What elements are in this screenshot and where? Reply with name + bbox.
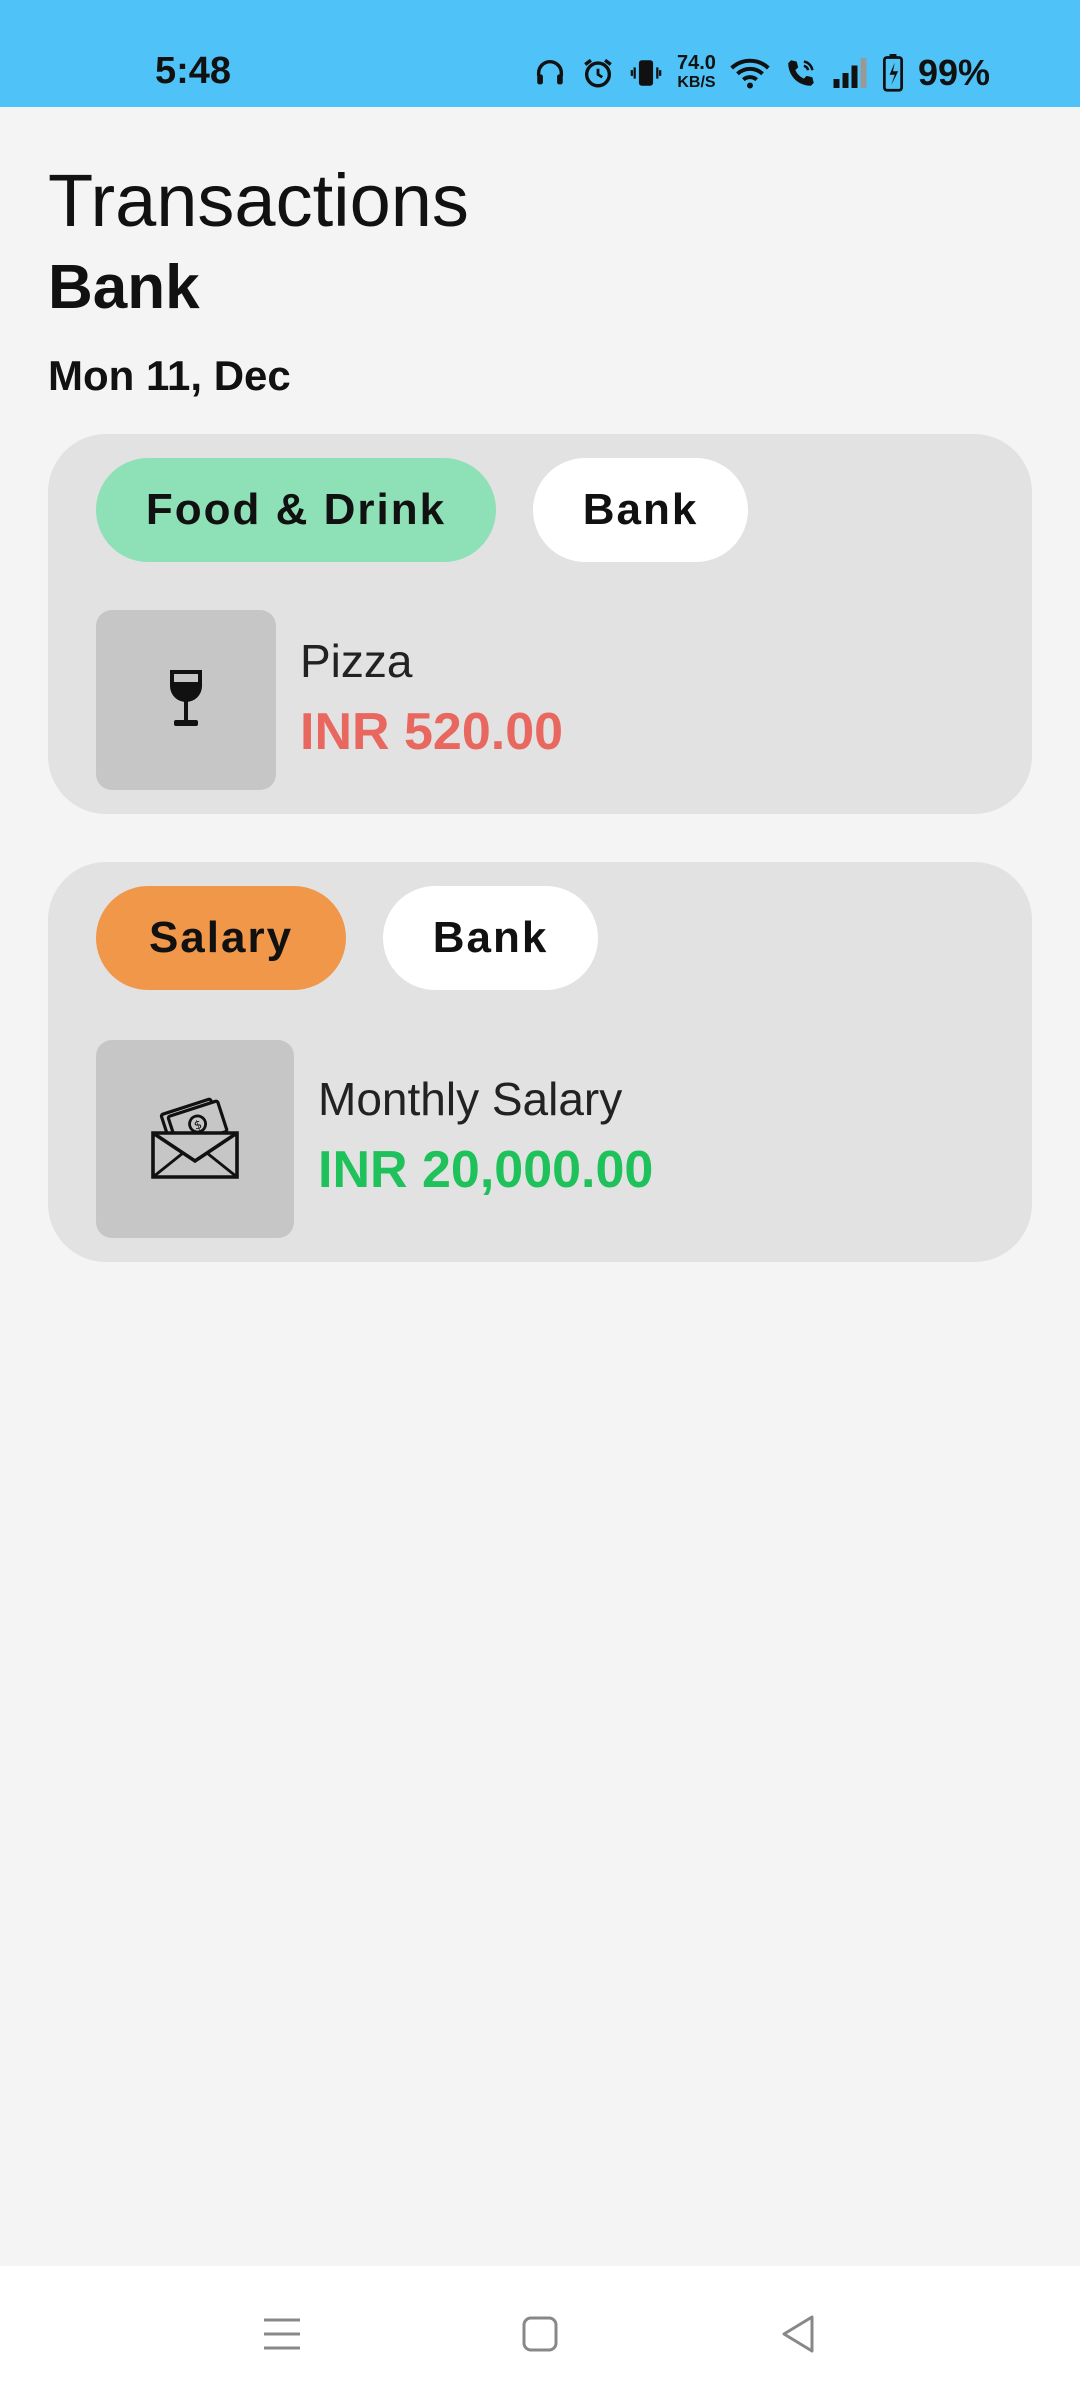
net-speed-unit: KB/S [677,74,716,91]
menu-button[interactable] [252,2306,312,2366]
category-chip[interactable]: Salary [96,886,346,990]
transaction-thumbnail: $ [96,1040,294,1238]
transaction-card[interactable]: Salary Bank $ Monthly Salary INR 20,000.… [48,862,1032,1262]
transaction-amount: INR 520.00 [300,703,564,761]
alarm-icon [581,56,615,90]
transaction-card[interactable]: Food & Drink Bank Pizza INR 520.00 [48,434,1032,814]
transaction-thumbnail [96,610,276,790]
transaction-name: Pizza [300,635,413,687]
wine-glass-icon [166,668,206,733]
home-button[interactable] [510,2306,570,2366]
back-icon [780,2314,816,2359]
page-title: Transactions [48,159,469,242]
battery-icon [882,54,904,92]
transaction-amount: INR 20,000.00 [318,1141,654,1199]
headphones-icon [533,56,567,90]
status-time: 5:48 [155,50,232,92]
account-chip[interactable]: Bank [533,458,748,562]
net-speed-value: 74.0 [677,52,716,74]
vibrate-icon [629,56,663,90]
menu-icon [262,2316,302,2357]
wifi-icon [730,56,770,90]
home-icon [521,2315,559,2358]
status-bar: 5:48 74.0 KB/S 99% [0,0,1080,107]
signal-icon [832,58,868,88]
transaction-name: Monthly Salary [318,1073,623,1125]
net-speed: 74.0 KB/S [677,53,716,93]
status-icons: 74.0 KB/S 99% [533,48,990,98]
money-envelope-icon: $ [147,1089,243,1190]
back-button[interactable] [768,2306,828,2366]
category-chip[interactable]: Food & Drink [96,458,496,562]
battery-percent: 99% [917,52,990,93]
date-label: Mon 11, Dec [48,352,291,399]
system-nav-bar [0,2266,1080,2400]
account-chip[interactable]: Bank [383,886,598,990]
account-subtitle: Bank [48,253,200,322]
wifi-call-icon [784,56,818,90]
